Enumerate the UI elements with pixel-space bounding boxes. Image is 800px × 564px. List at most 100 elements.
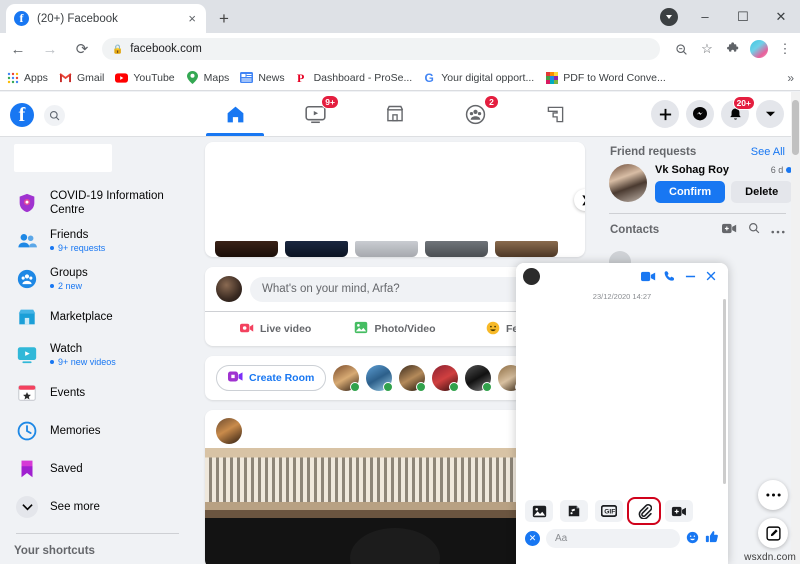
new-video-room-icon[interactable] (722, 221, 737, 239)
emoji-icon[interactable] (686, 531, 699, 547)
sidebar-item-groups[interactable]: Groups 2 new (8, 260, 187, 298)
facebook-logo[interactable]: f (10, 103, 34, 127)
gif-icon[interactable]: GIF (595, 500, 623, 522)
friend-request-name[interactable]: Vk Sohag Roy (655, 164, 729, 176)
forward-icon[interactable]: → (36, 35, 64, 63)
voice-call-icon[interactable] (660, 270, 680, 282)
address-bar[interactable]: 🔒 facebook.com (102, 38, 660, 60)
room-contact-avatar[interactable] (333, 365, 361, 392)
sidebar-item-sub: 9+ new videos (50, 356, 116, 368)
chat-input-row: ✕ Aa (516, 525, 728, 556)
room-contact-avatar[interactable] (366, 365, 394, 392)
saved-bookmark-icon (14, 456, 40, 482)
sidebar-item-saved[interactable]: Saved (8, 450, 187, 488)
contacts-actions (722, 221, 785, 239)
confirm-button[interactable]: Confirm (655, 181, 726, 203)
avatar[interactable] (216, 418, 242, 444)
story-thumb[interactable] (215, 241, 278, 257)
close-input-icon[interactable]: ✕ (525, 531, 540, 546)
tab-title: (20+) Facebook (37, 12, 118, 25)
search-icon[interactable] (44, 105, 65, 126)
search-icon[interactable] (748, 221, 760, 239)
sidebar-item-see-more[interactable]: See more (8, 488, 187, 526)
tab-gaming[interactable] (515, 92, 595, 136)
messenger-button[interactable] (686, 100, 714, 128)
sticker-icon[interactable] (560, 500, 588, 522)
bookmark-news[interactable]: News (240, 71, 285, 84)
bookmark-pdf-to-word[interactable]: PDF to Word Conve... (545, 71, 666, 84)
reload-icon[interactable]: ⟳ (68, 35, 96, 63)
thumbs-up-icon[interactable] (705, 530, 719, 547)
create-button[interactable] (651, 100, 679, 128)
avatar[interactable] (750, 40, 768, 58)
room-contact-avatar[interactable] (465, 365, 493, 392)
new-message-button[interactable] (758, 518, 788, 548)
photo-icon[interactable] (525, 500, 553, 522)
delete-button[interactable]: Delete (731, 181, 793, 203)
browser-toolbar: ← → ⟳ 🔒 facebook.com ☆ ⋮ (0, 33, 800, 65)
tab-marketplace[interactable] (355, 92, 435, 136)
story-thumb[interactable] (355, 241, 418, 257)
tab-groups[interactable]: 2 (435, 92, 515, 136)
notifications-button[interactable]: 20+ (721, 96, 755, 128)
puzzle-icon[interactable] (720, 36, 746, 62)
more-options-button[interactable] (758, 480, 788, 510)
bookmark-maps[interactable]: Maps (186, 71, 230, 84)
sidebar-item-covid[interactable]: COVID-19 Information Centre (8, 184, 187, 222)
page-scrollbar-track[interactable] (791, 92, 800, 564)
close-icon[interactable]: × (186, 11, 198, 26)
chat-message-input[interactable]: Aa (546, 529, 680, 548)
bookmark-label: Maps (203, 71, 230, 84)
bookmark-youtube[interactable]: YouTube (115, 71, 175, 84)
back-icon[interactable]: ← (4, 35, 32, 63)
sidebar-divider (16, 533, 179, 534)
avatar[interactable] (609, 164, 647, 202)
see-all-link[interactable]: See All (751, 146, 785, 158)
story-thumb[interactable] (495, 241, 558, 257)
sidebar-item-events[interactable]: Events (8, 374, 187, 412)
photo-video-button[interactable]: Photo/Video (335, 312, 454, 346)
live-video-button[interactable]: Live video (216, 312, 335, 346)
bookmark-dashboard[interactable]: P Dashboard - ProSe... (296, 71, 412, 84)
video-clip-icon[interactable] (665, 500, 693, 522)
avatar[interactable] (216, 276, 242, 302)
sidebar-item-marketplace[interactable]: Marketplace (8, 298, 187, 336)
new-tab-button[interactable]: + (214, 9, 234, 29)
bookmark-gmail[interactable]: Gmail (59, 71, 104, 84)
profile-shortcut-placeholder[interactable] (14, 144, 112, 172)
tab-home[interactable] (195, 92, 275, 136)
bookmark-label: PDF to Word Conve... (563, 71, 666, 84)
stories-next-button[interactable]: ❯ (574, 189, 585, 211)
bookmark-apps[interactable]: Apps (6, 71, 48, 84)
zoom-out-icon[interactable] (668, 36, 694, 62)
sidebar-item-friends[interactable]: Friends 9+ requests (8, 222, 187, 260)
tab-watch[interactable]: 9+ (275, 92, 355, 136)
browser-tab[interactable]: f (20+) Facebook × (6, 4, 206, 33)
story-thumb[interactable] (425, 241, 488, 257)
bookmarks-overflow-icon[interactable]: » (787, 71, 794, 85)
more-options-icon[interactable] (771, 221, 785, 239)
account-menu-button[interactable] (756, 100, 784, 128)
create-room-button[interactable]: Create Room (216, 365, 327, 391)
attach-file-icon[interactable] (627, 497, 661, 525)
chat-scrollbar[interactable] (723, 299, 726, 484)
story-thumb[interactable] (285, 241, 348, 257)
chrome-menu-icon[interactable]: ⋮ (772, 36, 798, 62)
avatar[interactable] (523, 267, 540, 285)
close-chat-icon[interactable] (701, 270, 721, 282)
bookmarks-bar: Apps Gmail YouTube Maps News P Dashboard… (0, 65, 800, 91)
sidebar-item-watch[interactable]: Watch 9+ new videos (8, 336, 187, 374)
room-contact-avatar[interactable] (432, 365, 460, 392)
bookmark-digital-opportunity[interactable]: G Your digital opport... (423, 71, 534, 84)
sidebar-label-wrap: See more (50, 500, 100, 514)
maximize-button[interactable]: ☐ (724, 0, 762, 33)
minimize-button[interactable]: – (686, 0, 724, 33)
page-scrollbar-thumb[interactable] (792, 100, 799, 155)
bookmark-star-icon[interactable]: ☆ (694, 36, 720, 62)
close-window-button[interactable]: ✕ (762, 0, 800, 33)
minimize-chat-icon[interactable] (680, 271, 701, 282)
sidebar-item-memories[interactable]: Memories (8, 412, 187, 450)
room-contact-avatar[interactable] (399, 365, 427, 392)
profile-badge-icon[interactable] (660, 8, 678, 26)
video-call-icon[interactable] (637, 271, 660, 282)
